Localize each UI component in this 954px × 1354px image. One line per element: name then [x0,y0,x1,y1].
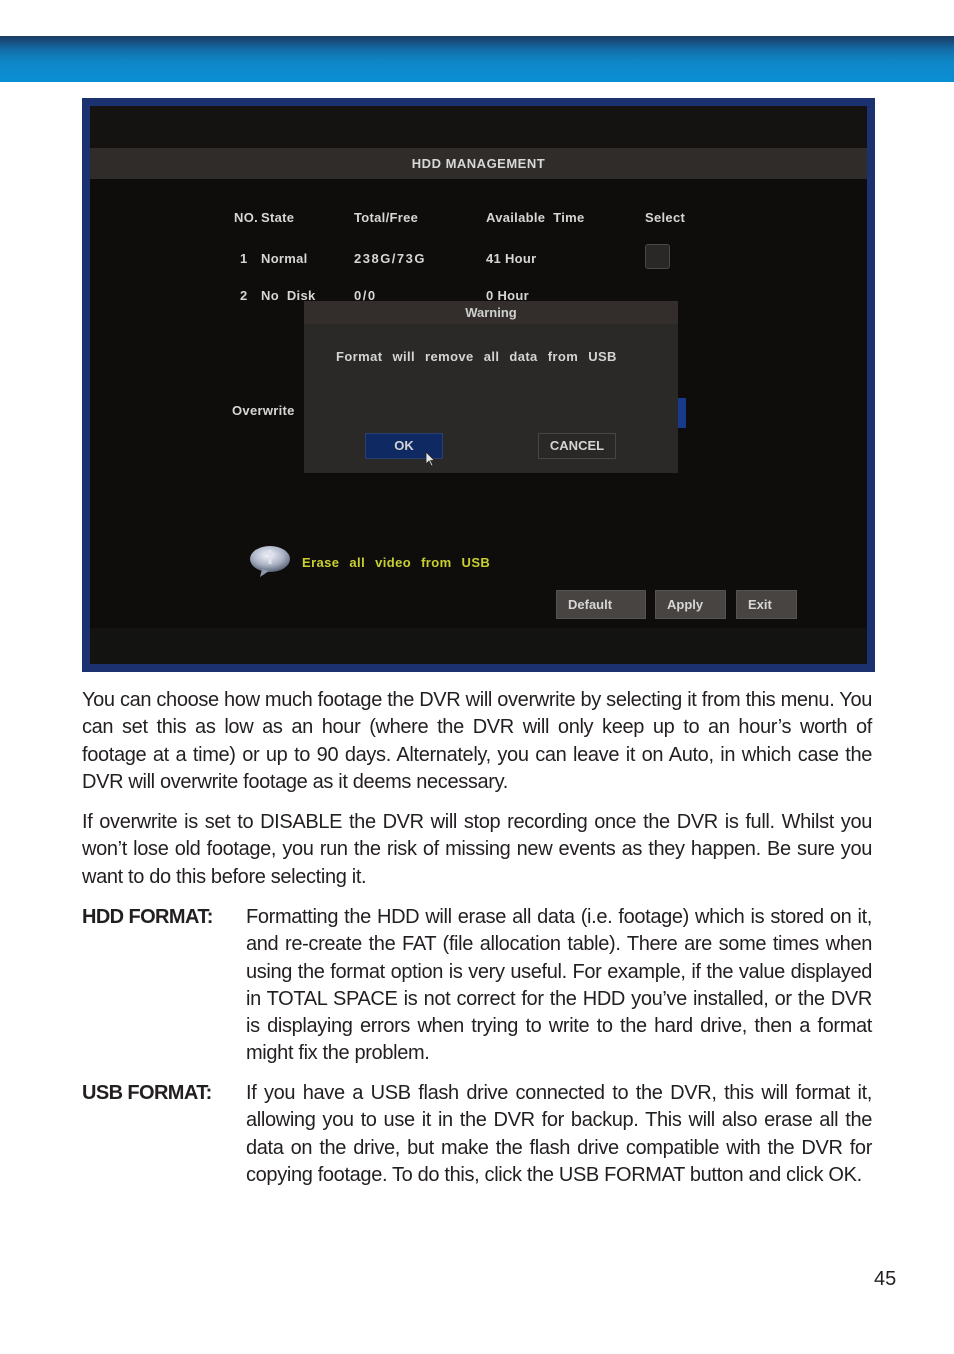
default-button[interactable]: Default [556,590,646,619]
row-1-no: 1 [240,251,248,266]
desc-hdd-format: Formatting the HDD will erase all data (… [246,906,872,1065]
col-header-available-time: Available Time [486,210,585,225]
apply-button[interactable]: Apply [655,590,726,619]
dvr-screenshot: HDD MANAGEMENT NO. State Total/Free Avai… [82,98,875,672]
row-1-state: Normal [261,251,308,266]
screen-top-strip [90,106,867,148]
col-header-state: State [261,210,295,225]
col-header-no: NO. [234,210,259,225]
term-usb-format: USB FORMAT: [82,1082,212,1104]
dvr-screen: HDD MANAGEMENT NO. State Total/Free Avai… [90,106,867,664]
col-header-select: Select [645,210,686,225]
warning-dialog: Warning Format will remove all data from… [304,301,678,473]
cancel-button[interactable]: CANCEL [538,433,616,459]
mouse-cursor-icon [425,451,436,467]
paragraph-disable: If overwrite is set to DISABLE the DVR w… [82,811,872,888]
definition-hdd-format: HDD FORMAT: Formatting the HDD will eras… [82,904,872,1068]
col-header-total-free: Total/Free [354,210,419,225]
row-2-no: 2 [240,288,248,303]
menu-title: HDD MANAGEMENT [90,148,867,179]
screen-bottom-strip [90,628,867,664]
dialog-title: Warning [304,301,678,324]
info-bubble-icon [250,546,290,577]
overwrite-label: Overwrite [232,403,295,418]
definition-usb-format: USB FORMAT: If you have a USB flash driv… [82,1080,872,1189]
term-hdd-format: HDD FORMAT: [82,906,213,928]
paragraph-overwrite: You can choose how much footage the DVR … [82,689,872,793]
row-1-select-checkbox[interactable] [645,244,670,269]
exit-button[interactable]: Exit [736,590,797,619]
dialog-message: Format will remove all data from USB [336,349,617,364]
desc-usb-format: If you have a USB flash drive connected … [246,1082,872,1186]
tip-text: Erase all video from USB [302,555,491,570]
row-1-total-free: 238G/73G [354,251,426,266]
header-band [0,36,954,82]
page-number: 45 [874,1268,897,1290]
row-1-available-time: 41 Hour [486,251,537,266]
